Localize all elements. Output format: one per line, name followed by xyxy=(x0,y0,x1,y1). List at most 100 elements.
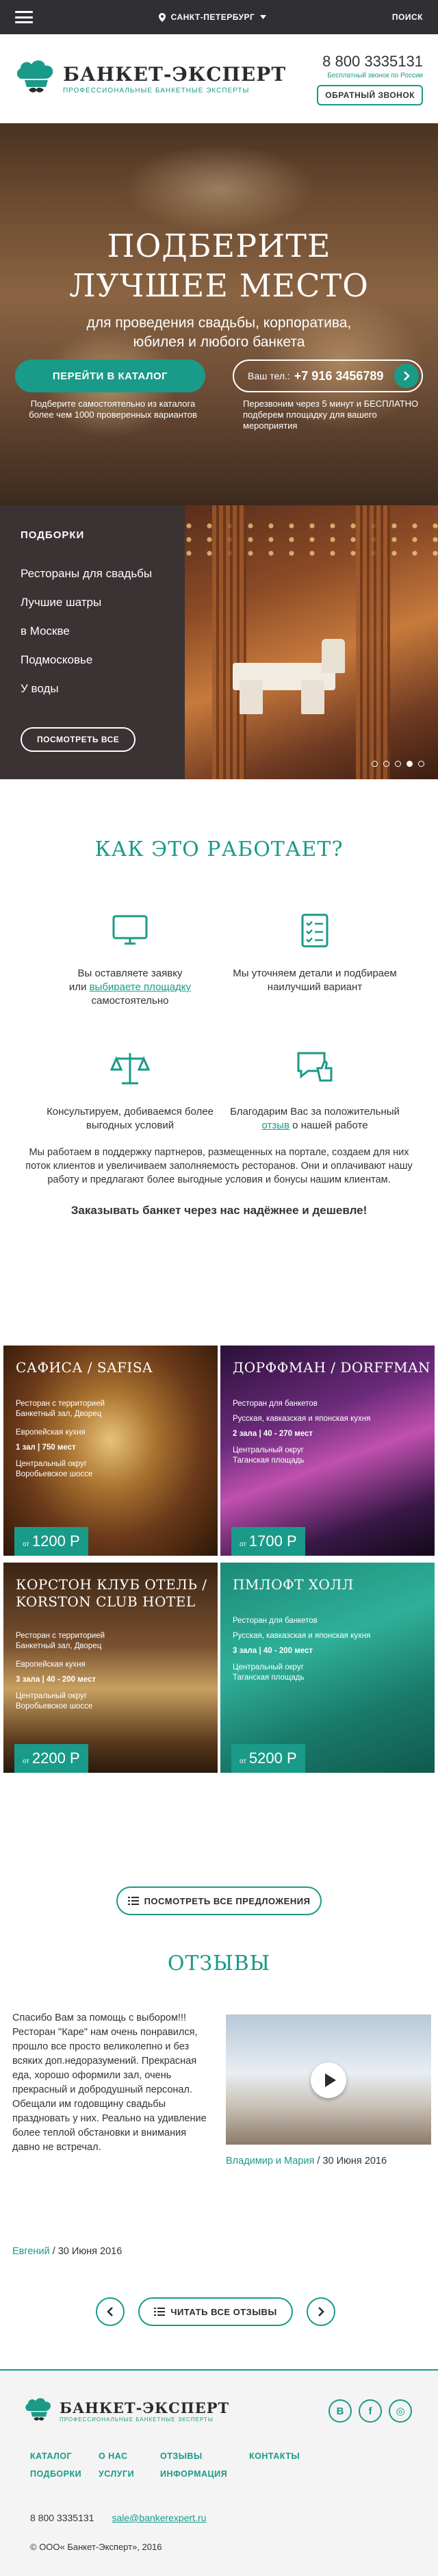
play-icon xyxy=(325,2073,336,2087)
venue-halls: 2 зала | 40 - 270 мест xyxy=(233,1430,313,1438)
logo[interactable]: БАНКЕТ-ЭКСПЕРТ ПРОФЕССИОНАЛЬНЫЕ БАНКЕТНЫ… xyxy=(15,58,286,99)
chef-hat-logo-icon xyxy=(16,60,53,92)
footer-link-services[interactable]: УСЛУГИ xyxy=(99,2469,160,2479)
footer-logo[interactable]: БАНКЕТ-ЭКСПЕРТ ПРОФЕССИОНАЛЬНЫЕ БАНКЕТНЫ… xyxy=(24,2397,229,2425)
venue-type: Ресторан для банкетов xyxy=(233,1617,318,1625)
logo-title: БАНКЕТ-ЭКСПЕРТ xyxy=(63,63,287,86)
venue-card[interactable]: ПМЛОФТ ХОЛЛ Ресторан для банкетов Русска… xyxy=(220,1563,435,1773)
menu-icon[interactable] xyxy=(15,11,33,23)
venue-type: Ресторан с территорией Банкетный зал, Дво… xyxy=(16,1632,105,1650)
submit-arrow-button[interactable] xyxy=(394,364,419,388)
read-all-reviews-button[interactable]: ЧИТАТЬ ВСЕ ОТЗЫВЫ xyxy=(138,2297,293,2326)
prev-review-button[interactable] xyxy=(96,2297,125,2326)
venue-location: Центральный округ Воробьевское шоссе xyxy=(16,1692,93,1710)
how-title: КАК ЭТО РАБОТАЕТ? xyxy=(94,837,344,861)
phone-field[interactable]: Ваш тел.: +7 916 3456789 xyxy=(233,359,423,392)
review-author: Евгений / 30 Июня 2016 xyxy=(12,2246,123,2257)
city-label: САНКТ-ПЕТЕРБУРГ xyxy=(170,12,255,22)
catalog-note: Подберите самостоятельно из каталога бол… xyxy=(29,399,197,420)
collection-item[interactable]: Подмосковье xyxy=(21,653,164,667)
collection-item[interactable]: в Москве xyxy=(21,624,164,638)
collection-slider-photo[interactable] xyxy=(185,505,438,779)
header-phone-note: Бесплатный звонок по России xyxy=(327,71,423,79)
vk-icon[interactable]: В xyxy=(328,2399,352,2423)
copyright: © ООО« Банкет-Эксперт», 2016 xyxy=(30,2542,162,2552)
logo-subtitle: ПРОФЕССИОНАЛЬНЫЕ БАНКЕТНЫЕ ЭКСПЕРТЫ xyxy=(63,87,250,94)
reviews-title: ОТЗЫВЫ xyxy=(167,1952,271,1975)
chef-hat-logo-icon xyxy=(25,2398,51,2421)
hero-section: ПОДБЕРИТЕ ЛУЧШЕЕ МЕСТО для проведения св… xyxy=(0,123,438,505)
venue-type: Ресторан для банкетов xyxy=(233,1400,318,1408)
choose-venue-link[interactable]: выбираете площадку xyxy=(90,981,192,993)
venue-name: ПМЛОФТ ХОЛЛ xyxy=(233,1576,354,1593)
collection-item[interactable]: Рестораны для свадьбы xyxy=(21,567,164,581)
search-link[interactable]: ПОИСК xyxy=(392,12,423,22)
slider-dot[interactable] xyxy=(372,761,378,767)
phone-field-label: Ваш тел.: xyxy=(248,370,290,381)
footer-link-about[interactable]: О НАС xyxy=(99,2451,160,2461)
venue-card[interactable]: КОРСТОН КЛУБ ОТЕЛЬ / KORSTON CLUB HOTEL … xyxy=(3,1563,218,1773)
slider-dot[interactable] xyxy=(395,761,401,767)
footer-logo-subtitle: ПРОФЕССИОНАЛЬНЫЕ БАНКЕТНЫЕ ЭКСПЕРТЫ xyxy=(60,2416,214,2423)
review-video[interactable] xyxy=(226,2015,431,2145)
collection-item[interactable]: Лучшие шатры xyxy=(21,596,164,609)
venue-name: САФИСА / SAFISA xyxy=(16,1359,153,1376)
video-caption: Владимир и Мария / 30 Июня 2016 xyxy=(226,2156,387,2167)
chevron-left-icon xyxy=(107,2307,113,2316)
review-link[interactable]: отзыв xyxy=(261,1120,289,1131)
venue-cuisine: Европейская кухня xyxy=(16,1428,86,1437)
phone-field-value[interactable]: +7 916 3456789 xyxy=(294,369,384,383)
next-review-button[interactable] xyxy=(307,2297,335,2326)
step-request: Вы оставляете заявку или выбираете площа… xyxy=(44,909,216,1008)
venue-price: от 1700 Р xyxy=(231,1527,305,1556)
hero-subtitle: для проведения свадьбы, корпоратива, юби… xyxy=(86,315,352,350)
view-all-offers-button[interactable]: ПОСМОТРЕТЬ ВСЕ ПРЕДЛОЖЕНИЯ xyxy=(116,1886,322,1915)
footer-link-catalog[interactable]: КАТАЛОГ xyxy=(30,2451,99,2461)
collections-section: ПОДБОРКИ Рестораны для свадьбы Лучшие ша… xyxy=(0,505,438,779)
site-footer: БАНКЕТ-ЭКСПЕРТ ПРОФЕССИОНАЛЬНЫЕ БАНКЕТНЫ… xyxy=(0,2369,438,2576)
header-phone[interactable]: 8 800 3335131 xyxy=(317,53,423,71)
hero-title: ПОДБЕРИТЕ ЛУЧШЕЕ МЕСТО xyxy=(69,227,369,304)
venue-cuisine: Русская, кавказская и японская кухня xyxy=(233,1632,371,1640)
slider-dot[interactable] xyxy=(383,761,389,767)
callback-note: Перезвоним через 5 минут и БЕСПЛАТНО под… xyxy=(243,399,419,431)
instagram-icon[interactable]: ◎ xyxy=(389,2399,412,2423)
venue-cuisine: Русская, кавказская и японская кухня xyxy=(233,1415,371,1423)
callback-button[interactable]: ОБРАТНЫЙ ЗВОНОК xyxy=(317,84,423,105)
slider-dot-active[interactable] xyxy=(407,761,413,767)
chevron-right-icon xyxy=(318,2307,324,2316)
footer-link-info[interactable]: ИНФОРМАЦИЯ xyxy=(160,2469,249,2479)
city-selector[interactable]: САНКТ-ПЕТЕРБУРГ xyxy=(158,12,267,22)
collections-title: ПОДБОРКИ xyxy=(21,529,85,541)
reviews-nav: ЧИТАТЬ ВСЕ ОТЗЫВЫ xyxy=(96,2297,335,2326)
list-icon xyxy=(127,1897,139,1905)
venue-halls: 3 зала | 40 - 200 мест xyxy=(233,1647,313,1655)
social-links: В f ◎ xyxy=(328,2399,412,2423)
collection-item[interactable]: У воды xyxy=(21,682,164,696)
thumbs-up-chat-icon xyxy=(297,1052,333,1082)
chevron-down-icon xyxy=(260,15,267,19)
slider-dot[interactable] xyxy=(418,761,424,767)
venue-card[interactable]: САФИСА / SAFISA Ресторан с территорией Ба… xyxy=(3,1346,218,1556)
slider-dots[interactable] xyxy=(372,761,424,767)
venue-location: Центральный округ Таганская площадь xyxy=(233,1663,305,1682)
site-header: БАНКЕТ-ЭКСПЕРТ ПРОФЕССИОНАЛЬНЫЕ БАНКЕТНЫ… xyxy=(0,34,438,123)
step-consult: Консультируем, добиваемся более выгодных… xyxy=(44,1048,216,1133)
footer-link-contacts[interactable]: КОНТАКТЫ xyxy=(249,2451,331,2461)
catalog-button[interactable]: ПЕРЕЙТИ В КАТАЛОГ xyxy=(15,359,205,392)
venue-price: от 5200 Р xyxy=(231,1744,305,1773)
step-details: Мы уточняем детали и подбираем наилучший… xyxy=(229,909,400,994)
venue-location: Центральный округ Воробьевское шоссе xyxy=(16,1460,93,1478)
checklist-icon xyxy=(301,913,328,948)
footer-link-reviews[interactable]: ОТЗЫВЫ xyxy=(160,2451,249,2461)
venue-name: КОРСТОН КЛУБ ОТЕЛЬ / KORSTON CLUB HOTEL xyxy=(16,1576,207,1610)
footer-email[interactable]: sale@bankerexpert.ru xyxy=(112,2512,206,2523)
footer-phone[interactable]: 8 800 3335131 xyxy=(30,2512,94,2523)
play-button[interactable] xyxy=(311,2062,346,2098)
facebook-icon[interactable]: f xyxy=(359,2399,382,2423)
header-contact: 8 800 3335131 Бесплатный звонок по Росси… xyxy=(317,53,423,105)
footer-link-collections[interactable]: ПОДБОРКИ xyxy=(30,2469,99,2479)
computer-icon xyxy=(112,915,148,945)
view-all-collections-button[interactable]: ПОСМОТРЕТЬ ВСЕ xyxy=(21,727,136,752)
venue-card[interactable]: ДОРФФМАН / DORFFMAN Ресторан для банкето… xyxy=(220,1346,435,1556)
